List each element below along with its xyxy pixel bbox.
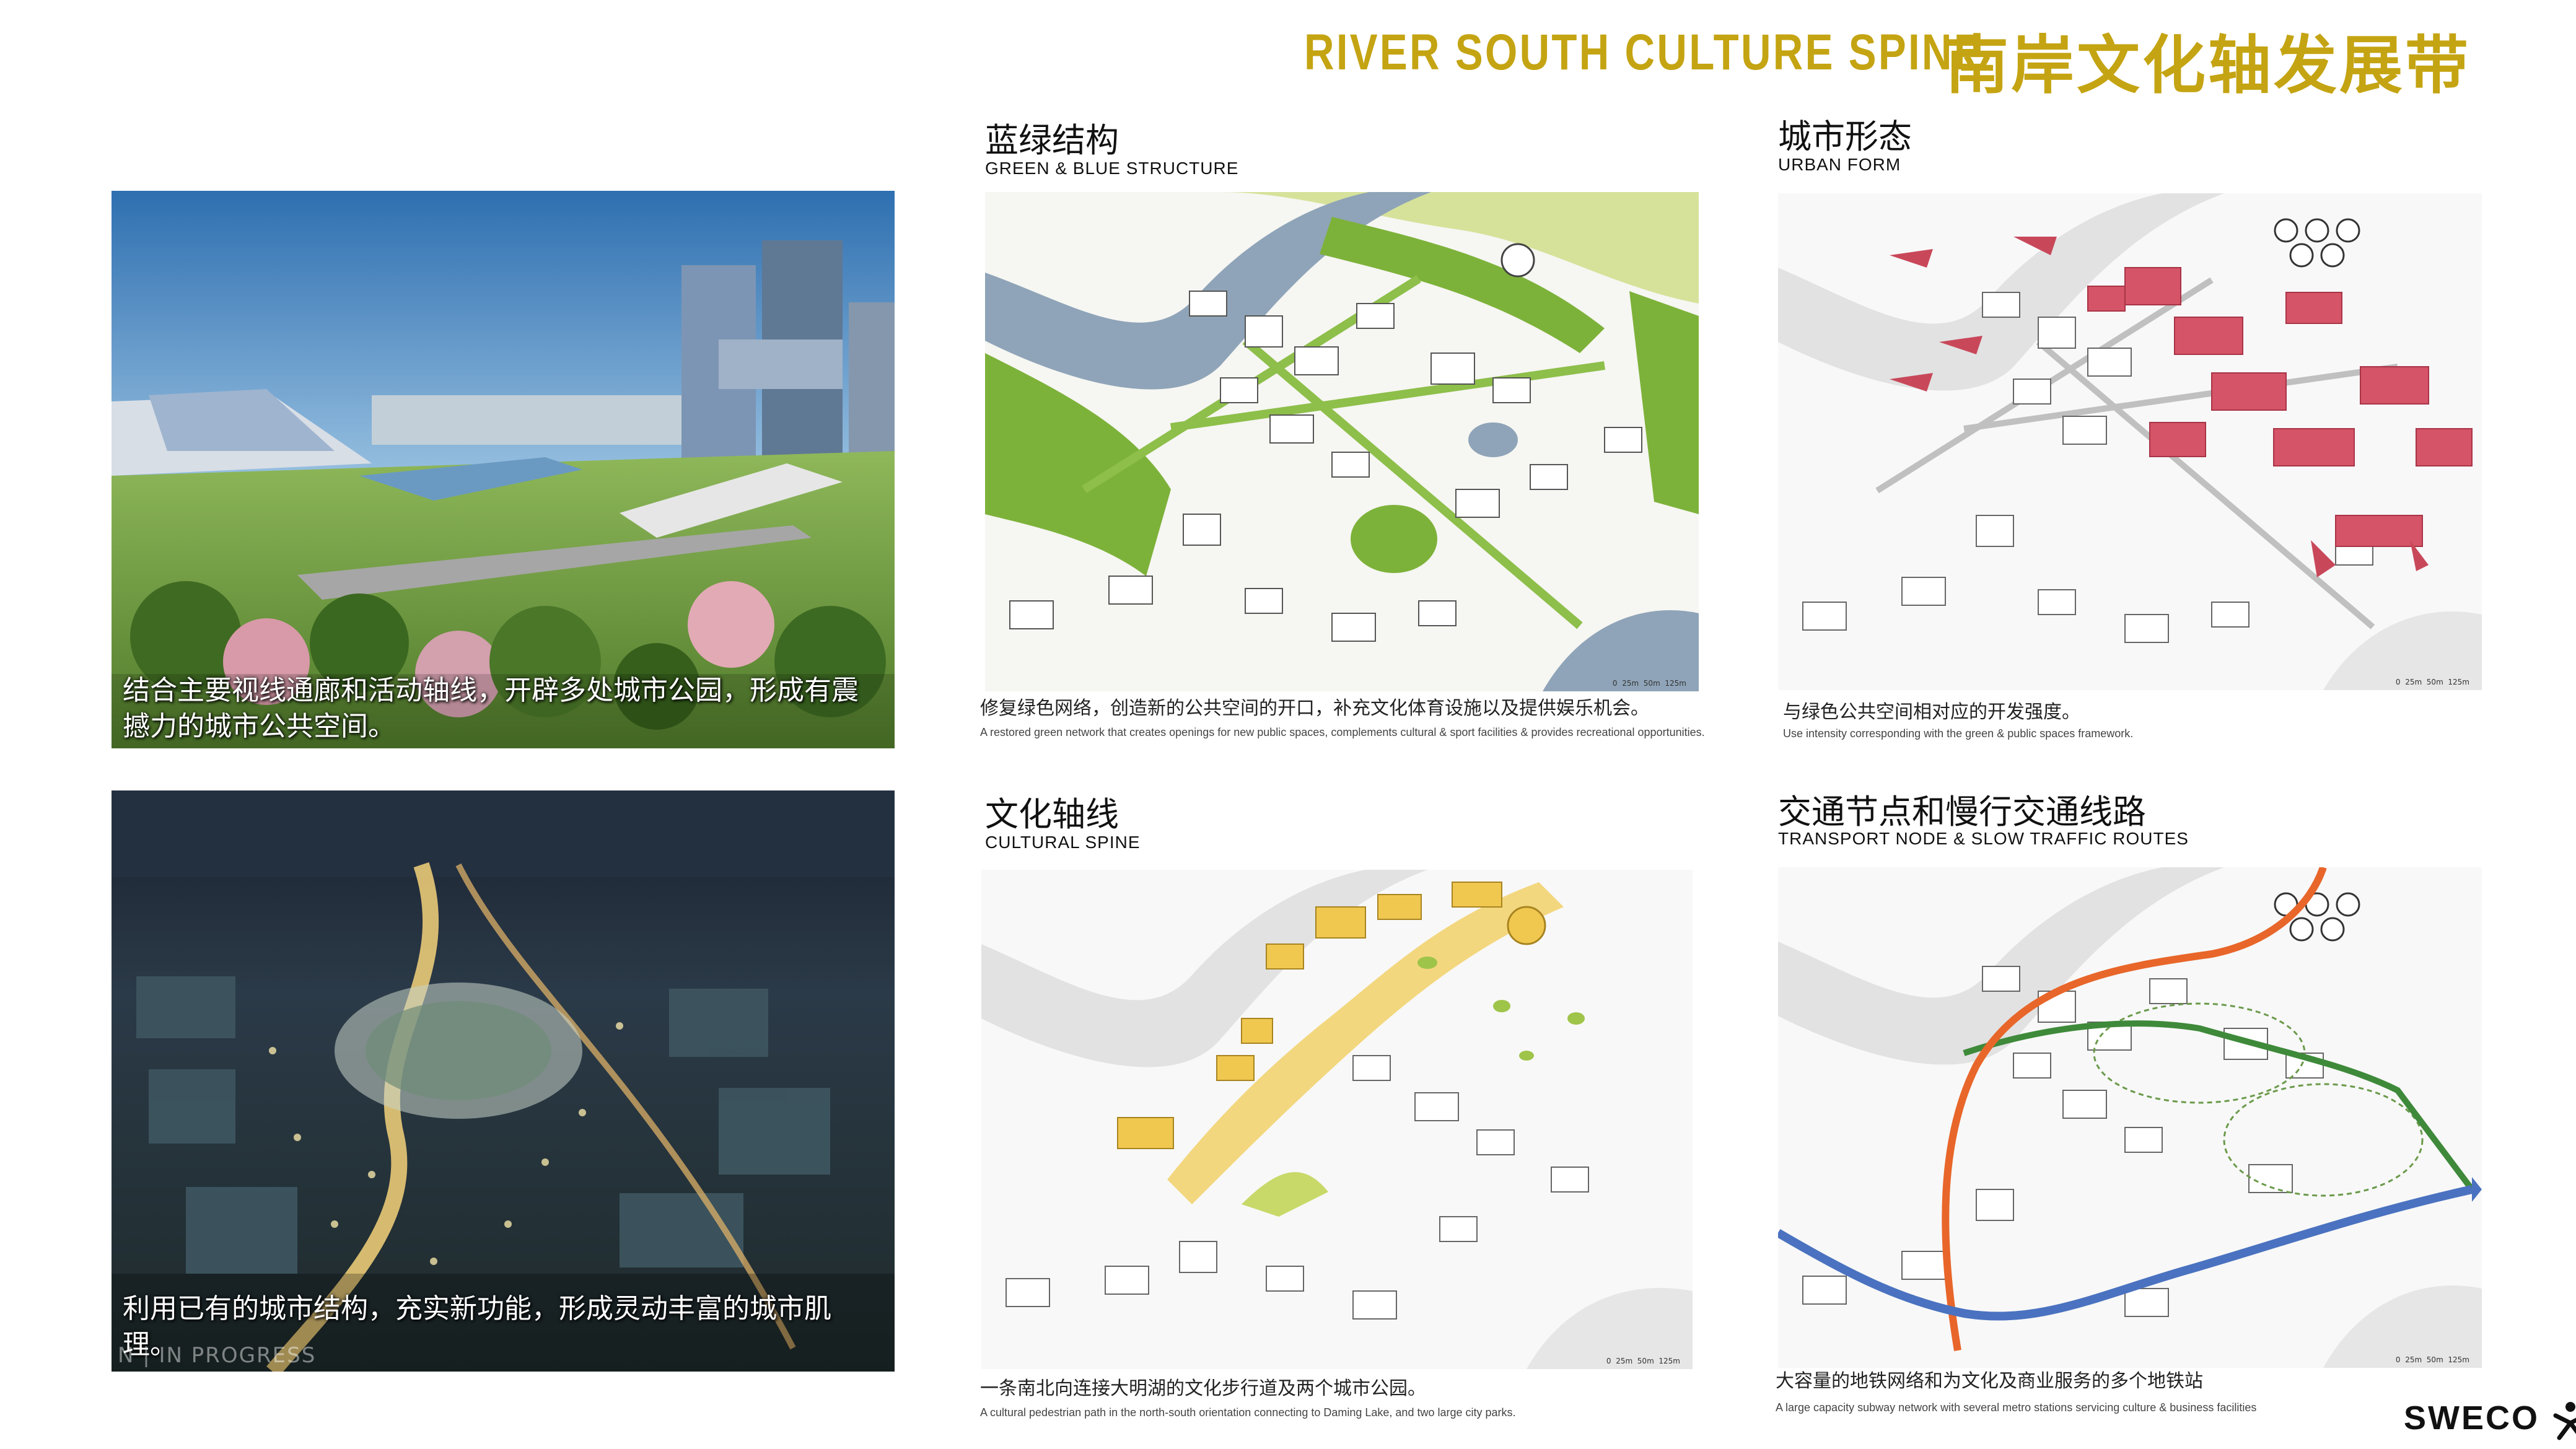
transport-map-graphic — [1778, 867, 2482, 1368]
green-blue-map-graphic — [985, 192, 1699, 691]
map-cultural-spine: 0 25m 50m 125m — [981, 870, 1693, 1369]
map-green-blue: 0 25m 50m 125m — [985, 192, 1699, 691]
page-title-en: RIVER SOUTH CULTURE SPINE — [1304, 24, 1984, 81]
scale-label: 125m — [1665, 679, 1686, 688]
sweco-logo: SWECO — [2404, 1399, 2576, 1440]
cultural-spine-map-graphic — [981, 870, 1693, 1369]
urban-form-map-graphic — [1778, 193, 2482, 690]
caption-cultural-spine-en: A cultural pedestrian path in the north-… — [980, 1406, 1516, 1419]
logo-text: SWECO — [2404, 1399, 2540, 1437]
watermark-text: N | IN PROGRESS — [118, 1343, 317, 1368]
scale-label: 25m — [1616, 1357, 1633, 1365]
scale-label: 0 — [1612, 679, 1618, 688]
scale-label: 0 — [1606, 1357, 1611, 1365]
caption-cultural-spine-cn: 一条南北向连接大明湖的文化步行道及两个城市公园。 — [980, 1378, 1426, 1399]
sweco-figure-icon — [2553, 1401, 2576, 1440]
panel-title-transport-en: TRANSPORT NODE & SLOW TRAFFIC ROUTES — [1778, 829, 2189, 848]
scale-label: 50m — [2426, 678, 2443, 686]
scale-label: 50m — [1637, 1357, 1654, 1365]
scale-bar-transport: 0 25m 50m 125m — [2396, 1355, 2469, 1364]
map-urban-form: 0 25m 50m 125m — [1778, 193, 2482, 690]
photo-night-aerial: 利用已有的城市结构，充实新功能，形成灵动丰富的城市肌理。 N | IN PROG… — [112, 790, 895, 1372]
park-rendering-image — [112, 191, 895, 748]
scale-label: 0 — [2395, 1355, 2401, 1364]
scale-label: 0 — [2395, 678, 2401, 686]
panel-title-cultural-spine-cn: 文化轴线 — [985, 795, 1119, 834]
panel-title-cultural-spine-en: CULTURAL SPINE — [985, 833, 1141, 852]
caption-urban-form-en: Use intensity corresponding with the gre… — [1783, 727, 2134, 740]
panel-title-green-blue-en: GREEN & BLUE STRUCTURE — [985, 159, 1239, 178]
caption-green-blue-cn: 修复绿色网络，创造新的公共空间的开口，补充文化体育设施以及提供娱乐机会。 — [980, 698, 1649, 719]
scale-label: 125m — [2448, 678, 2469, 686]
scale-label: 50m — [2426, 1355, 2443, 1364]
panel-title-transport-cn: 交通节点和慢行交通线路 — [1778, 792, 2146, 831]
photo-caption-park: 结合主要视线通廊和活动轴线，开辟多处城市公园，形成有震撼力的城市公共空间。 — [123, 675, 859, 742]
scale-bar-green-blue: 0 25m 50m 125m — [1613, 679, 1686, 688]
scale-bar-urban-form: 0 25m 50m 125m — [2396, 678, 2469, 686]
panel-title-urban-form-cn: 城市形态 — [1778, 117, 1912, 156]
map-transport: 0 25m 50m 125m — [1778, 867, 2482, 1368]
scale-label: 25m — [1622, 679, 1639, 688]
panel-title-green-blue-cn: 蓝绿结构 — [985, 121, 1119, 160]
scale-label: 25m — [2405, 678, 2422, 686]
scale-label: 125m — [1658, 1357, 1680, 1365]
caption-green-blue-en: A restored green network that creates op… — [980, 726, 1705, 738]
night-aerial-image — [112, 790, 895, 1372]
panel-title-urban-form-en: URBAN FORM — [1778, 155, 1901, 174]
photo-park-rendering: 结合主要视线通廊和活动轴线，开辟多处城市公园，形成有震撼力的城市公共空间。 — [112, 191, 895, 748]
caption-urban-form-cn: 与绿色公共空间相对应的开发强度。 — [1783, 701, 2080, 723]
scale-bar-cultural-spine: 0 25m 50m 125m — [1606, 1357, 1680, 1365]
page-title-cn: 南岸文化轴发展带 — [1945, 29, 2471, 103]
scale-label: 125m — [2448, 1355, 2469, 1364]
scale-label: 25m — [2405, 1355, 2422, 1364]
scale-label: 50m — [1643, 679, 1660, 688]
caption-transport-cn: 大容量的地铁网络和为文化及商业服务的多个地铁站 — [1776, 1370, 2203, 1392]
